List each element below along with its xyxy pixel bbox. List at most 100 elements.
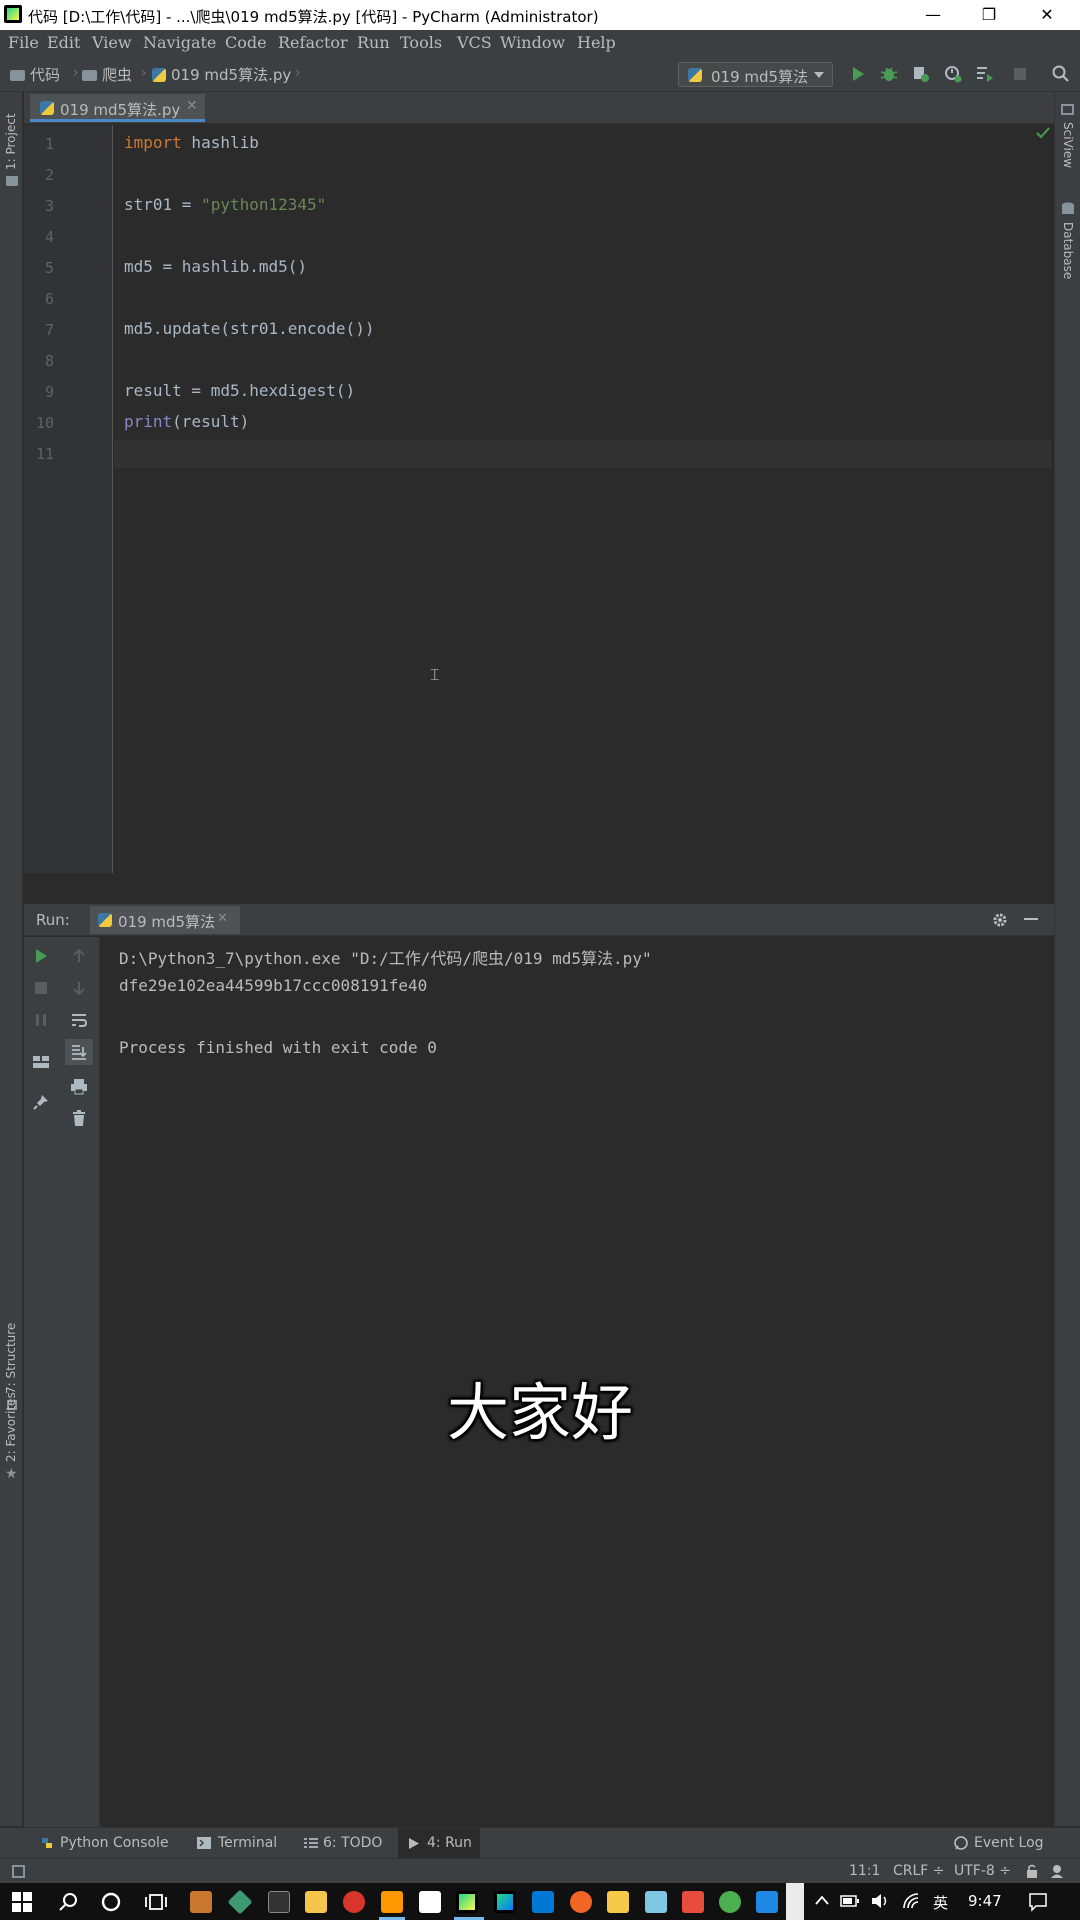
run-tab-019-md5[interactable]: 019 md5算法 ✕ <box>90 906 240 934</box>
snip-app-icon[interactable] <box>682 1891 704 1913</box>
wifi-icon[interactable] <box>902 1892 922 1910</box>
breadcrumb-file[interactable]: 019 md5算法.py <box>152 64 291 85</box>
run-icon[interactable] <box>848 64 868 84</box>
maximize-button[interactable]: ❐ <box>966 0 1012 30</box>
todo-tab[interactable]: 6: TODO <box>323 1835 382 1851</box>
arrow-up-icon[interactable] <box>70 947 88 965</box>
code-text: (result) <box>172 412 250 431</box>
ime-indicator[interactable]: 英 <box>933 1892 948 1913</box>
menu-edit[interactable]: Edit <box>47 33 80 52</box>
menu-file[interactable]: File <box>8 33 39 52</box>
minimize-button[interactable]: — <box>910 0 956 30</box>
terminal-tab[interactable]: Terminal <box>218 1835 277 1851</box>
todo-icon <box>304 1838 318 1848</box>
window-title-bar: 代码 [D:\工作\代码] - ...\爬虫\019 md5算法.py [代码]… <box>0 0 1080 30</box>
typora-app-icon[interactable] <box>419 1891 441 1913</box>
git-app-icon[interactable] <box>227 1889 253 1915</box>
code-editor[interactable] <box>114 125 1054 873</box>
task-view-icon[interactable] <box>145 1892 167 1912</box>
tool-app-icon[interactable] <box>607 1891 629 1913</box>
menu-view[interactable]: View <box>92 33 132 52</box>
clion-app-icon[interactable] <box>494 1891 516 1913</box>
menu-code[interactable]: Code <box>225 33 267 52</box>
search-everywhere-icon[interactable] <box>1051 64 1071 84</box>
close-tab-icon[interactable]: ✕ <box>186 98 198 114</box>
menu-refactor[interactable]: Refactor <box>278 33 348 52</box>
menu-tools[interactable]: Tools <box>400 33 442 52</box>
soft-wrap-icon[interactable] <box>70 1011 88 1029</box>
code-line-9: result = md5.hexdigest() <box>124 381 356 400</box>
menu-vcs[interactable]: VCS <box>457 33 492 52</box>
event-log-tab[interactable]: Event Log <box>974 1835 1044 1851</box>
editor-tab-019-md5[interactable]: 019 md5算法.py ✕ <box>30 94 205 122</box>
chevron-up-icon[interactable] <box>815 1895 829 1905</box>
notification-center-icon[interactable] <box>1028 1892 1048 1912</box>
inspector-icon[interactable] <box>1050 1864 1064 1878</box>
line-number: 9 <box>44 383 54 401</box>
console-output-line: dfe29e102ea44599b17ccc008191fe40 <box>119 976 428 995</box>
caret-position[interactable]: 11:1 <box>849 1863 880 1879</box>
breadcrumb-folder[interactable]: 爬虫 <box>82 64 132 85</box>
sublime-app-icon[interactable] <box>381 1891 403 1913</box>
clock-time[interactable]: 9:47 <box>968 1892 1002 1910</box>
encoding-select[interactable]: UTF-8 ÷ <box>954 1863 1011 1879</box>
layout-icon[interactable] <box>32 1053 50 1071</box>
menu-navigate[interactable]: Navigate <box>143 33 216 52</box>
lock-icon[interactable] <box>1026 1864 1038 1878</box>
project-folder-icon <box>6 176 18 186</box>
line-separator-select[interactable]: CRLF ÷ <box>893 1863 945 1879</box>
rerun-icon[interactable] <box>32 947 50 965</box>
scroll-arrows[interactable] <box>786 1883 804 1920</box>
battery-icon[interactable] <box>840 1894 860 1908</box>
line-number: 4 <box>44 228 54 246</box>
pycharm-app-icon[interactable] <box>456 1891 478 1913</box>
menu-run[interactable]: Run <box>357 33 390 52</box>
vscode-app-icon[interactable] <box>532 1891 554 1913</box>
string-literal: "python12345" <box>201 195 327 214</box>
search-icon[interactable] <box>58 1892 78 1912</box>
trash-icon[interactable] <box>70 1109 88 1127</box>
code-text: str01 = <box>124 195 202 214</box>
coverage-icon[interactable] <box>911 64 931 84</box>
stop-icon[interactable] <box>1010 64 1030 84</box>
console-command-line: D:\Python3_7\python.exe "D:/工作/代码/爬虫/019… <box>119 949 652 968</box>
close-tab-icon[interactable]: ✕ <box>217 911 228 926</box>
file-explorer-app-icon[interactable] <box>190 1891 212 1913</box>
tool-windows-toggle-icon[interactable] <box>12 1865 25 1878</box>
windows-start-icon[interactable] <box>12 1892 32 1912</box>
menu-help[interactable]: Help <box>577 33 616 52</box>
keyword-import: import <box>124 133 182 152</box>
debug-icon[interactable] <box>879 64 899 84</box>
pin-icon[interactable] <box>32 1093 50 1111</box>
run-configuration-select[interactable]: 019 md5算法 <box>678 62 833 87</box>
line-number-gutter: 1 2 3 4 5 6 7 8 9 10 11 <box>24 125 113 873</box>
menu-window[interactable]: Window <box>500 33 565 52</box>
video-app-icon[interactable] <box>756 1891 778 1913</box>
network-app-icon[interactable] <box>645 1891 667 1913</box>
chrome-app-icon[interactable] <box>719 1891 741 1913</box>
breadcrumb-root[interactable]: 代码 <box>10 64 60 85</box>
run-tool-tab[interactable]: 4: Run <box>427 1835 472 1851</box>
pause-icon[interactable] <box>32 1011 50 1029</box>
music-app-icon[interactable] <box>343 1891 365 1913</box>
profile-icon[interactable] <box>943 64 963 84</box>
menu-bar: File Edit View Navigate Code Refactor Ru… <box>0 30 1080 55</box>
arrow-down-icon[interactable] <box>70 979 88 997</box>
browser-app-icon[interactable] <box>570 1891 592 1913</box>
notes-app-icon[interactable] <box>305 1891 327 1913</box>
stop-icon[interactable] <box>32 979 50 997</box>
settings-gear-icon[interactable] <box>992 912 1008 928</box>
close-button[interactable]: ✕ <box>1024 0 1070 30</box>
cortana-icon[interactable] <box>101 1892 121 1912</box>
cmd-app-icon[interactable] <box>268 1891 290 1913</box>
python-console-tab[interactable]: Python Console <box>60 1835 169 1851</box>
concurrency-icon[interactable] <box>975 64 995 84</box>
sciview-tool-button[interactable]: SciView <box>1061 122 1075 168</box>
code-line-5: md5 = hashlib.md5() <box>124 257 308 276</box>
volume-icon[interactable] <box>870 1893 890 1909</box>
text-cursor-icon: ⌶ <box>430 665 440 684</box>
print-icon[interactable] <box>70 1077 88 1095</box>
project-tool-button[interactable]: 1: Project <box>4 113 18 170</box>
hide-panel-icon[interactable] <box>1024 918 1038 921</box>
database-tool-button[interactable]: Database <box>1061 222 1075 279</box>
